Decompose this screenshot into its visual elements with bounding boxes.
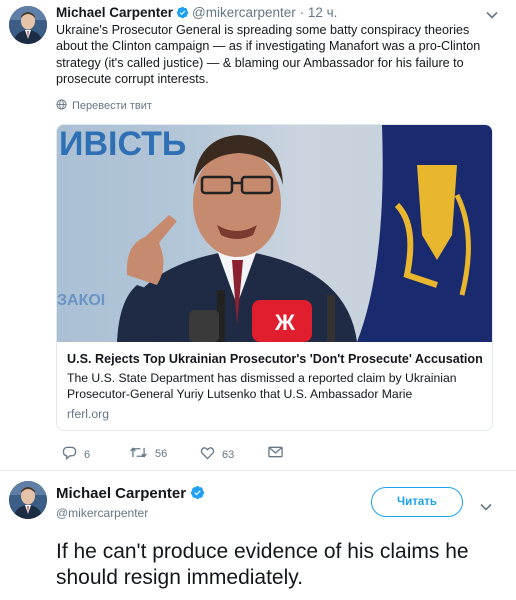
tweet-divider <box>0 470 516 471</box>
tweet-header: Michael Carpenter @mikercarpenter · 12 ч. <box>56 4 337 23</box>
chevron-down-icon[interactable] <box>480 498 492 516</box>
reply-author-name-row: Michael Carpenter <box>56 485 208 504</box>
reply-button[interactable]: 6 <box>62 446 90 463</box>
backdrop-sign-text-2: ЗАКОІ <box>57 292 105 309</box>
card-title[interactable]: U.S. Rejects Top Ukrainian Prosecutor's … <box>67 352 483 366</box>
retweet-count: 56 <box>155 448 168 460</box>
card-domain: rferl.org <box>67 407 109 421</box>
verified-badge-icon <box>176 6 189 23</box>
reply-tweet-text: If he can't produce evidence of his clai… <box>56 540 469 589</box>
envelope-icon <box>268 446 283 461</box>
svg-text:Ж: Ж <box>274 310 295 335</box>
card-description: The U.S. State Department has dismissed … <box>67 371 457 401</box>
tweet-actions: 6 56 63 <box>56 446 316 466</box>
tweet[interactable]: Michael Carpenter @mikercarpenter · 12 ч.… <box>0 0 516 470</box>
follow-button[interactable]: Читать <box>371 487 463 517</box>
translate-label: Перевести твит <box>72 100 152 112</box>
reply-avatar[interactable] <box>9 481 47 519</box>
globe-icon <box>56 99 67 113</box>
tweet-text: Ukraine's Prosecutor General is spreadin… <box>56 23 481 87</box>
heart-icon <box>200 446 215 463</box>
like-button[interactable]: 63 <box>200 446 234 463</box>
reply-author-handle[interactable]: @mikercarpenter <box>56 506 148 520</box>
author-name[interactable]: Michael Carpenter <box>56 5 173 20</box>
verified-badge-icon <box>190 485 205 504</box>
link-card[interactable]: ИВІСТЬ ЗАКОІ Ж U.S. Rejects Top Ukrainia… <box>56 124 493 431</box>
reply-count: 6 <box>84 448 91 461</box>
retweet-button[interactable]: 56 <box>129 446 167 462</box>
separator-dot: · <box>299 5 305 20</box>
tweet-timestamp[interactable]: 12 ч. <box>308 5 338 20</box>
direct-message-button[interactable] <box>268 446 283 461</box>
avatar[interactable] <box>9 6 47 44</box>
reply-icon <box>62 446 77 463</box>
backdrop-sign-text: ИВІСТЬ <box>59 125 186 163</box>
author-handle[interactable]: @mikercarpenter <box>192 5 296 20</box>
translate-tweet-link[interactable]: Перевести твит <box>56 99 152 113</box>
retweet-icon <box>129 446 148 462</box>
card-image[interactable]: ИВІСТЬ ЗАКОІ Ж <box>57 125 492 342</box>
like-count: 63 <box>222 448 235 461</box>
reply-author-name[interactable]: Michael Carpenter <box>56 485 186 502</box>
